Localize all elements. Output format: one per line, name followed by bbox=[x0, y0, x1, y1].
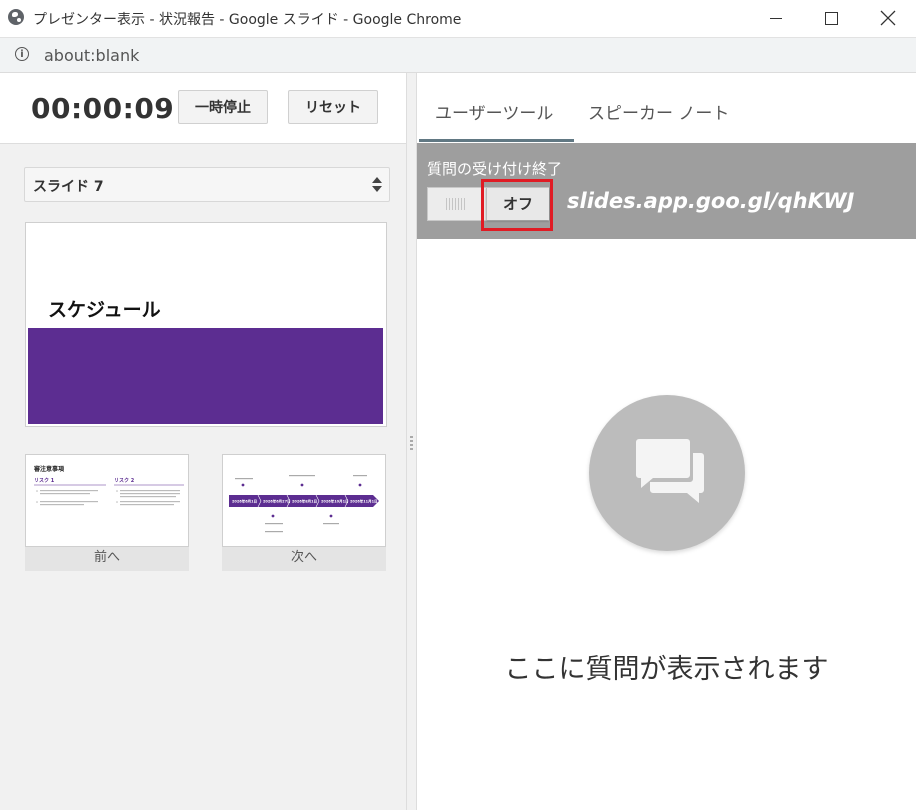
maximize-button[interactable] bbox=[819, 6, 843, 30]
globe-icon bbox=[8, 9, 24, 25]
next-thumb-date-5: 2026年11月1日 bbox=[350, 499, 378, 504]
close-button[interactable] bbox=[876, 6, 900, 30]
splitter-grip-icon bbox=[410, 436, 413, 450]
title-bar: プレゼンター表示 - 状況報告 - Google スライド - Google C… bbox=[0, 0, 916, 38]
next-thumb-date-2: 2026年6月27日 bbox=[263, 499, 291, 504]
window-title: プレゼンター表示 - 状況報告 - Google スライド - Google C… bbox=[33, 12, 462, 28]
qa-control-bar: 質問の受け付け終了 オフ slides.app.goo.gl/qhKWJ bbox=[417, 143, 916, 239]
qa-status-text: 質問の受け付け終了 bbox=[427, 160, 563, 178]
timer-bar: 00:00:09 一時停止 リセット bbox=[0, 73, 406, 144]
prev-thumb-col2: リスク 2 bbox=[114, 477, 135, 484]
next-button[interactable]: 次へ bbox=[222, 547, 386, 571]
minimize-button[interactable] bbox=[764, 6, 788, 30]
select-arrows-icon bbox=[372, 177, 382, 193]
current-slide-preview: スケジュール bbox=[25, 222, 387, 427]
chat-bubble-icon bbox=[589, 395, 745, 551]
prev-thumb-heading: 審注意事項 bbox=[33, 465, 65, 473]
tab-speaker-notes[interactable]: スピーカー ノート bbox=[588, 99, 729, 124]
slide-select-value: スライド 7 bbox=[33, 179, 104, 195]
right-panel: ユーザーツール スピーカー ノート 質問の受け付け終了 オフ slides.ap… bbox=[417, 73, 916, 810]
highlight-box bbox=[481, 179, 553, 231]
tab-user-tools[interactable]: ユーザーツール bbox=[435, 99, 553, 124]
qa-url-link[interactable]: slides.app.goo.gl/qhKWJ bbox=[567, 189, 854, 213]
pause-button[interactable]: 一時停止 bbox=[178, 90, 268, 124]
previous-slide-thumbnail[interactable]: 審注意事項 リスク 1 リスク 2 bbox=[25, 454, 189, 547]
left-panel: 00:00:09 一時停止 リセット スライド 7 スケジュール 審注意事項 リ… bbox=[0, 73, 406, 810]
maximize-icon bbox=[824, 12, 838, 25]
minimize-icon bbox=[770, 18, 782, 19]
next-slide-graphic: 2026年6月1日 2026年6月27日 2026年8月1日 2026年10月1… bbox=[229, 475, 379, 533]
previous-button[interactable]: 前へ bbox=[25, 547, 189, 571]
current-slide-band bbox=[28, 328, 383, 424]
next-thumb-date-1: 2026年6月1日 bbox=[232, 499, 257, 504]
reset-button[interactable]: リセット bbox=[288, 90, 378, 124]
info-icon[interactable]: i bbox=[15, 47, 29, 61]
next-thumb-date-4: 2026年10月1日 bbox=[321, 499, 349, 504]
tab-bar: ユーザーツール スピーカー ノート bbox=[417, 73, 916, 143]
current-slide-title: スケジュール bbox=[48, 299, 161, 321]
previous-slide-graphic: 審注意事項 リスク 1 リスク 2 bbox=[33, 465, 184, 506]
url-text[interactable]: about:blank bbox=[44, 46, 139, 65]
prev-thumb-col1: リスク 1 bbox=[34, 477, 55, 484]
active-tab-indicator bbox=[419, 139, 574, 142]
next-slide-thumbnail[interactable]: 2026年6月1日 2026年6月27日 2026年8月1日 2026年10月1… bbox=[222, 454, 386, 547]
elapsed-timer: 00:00:09 bbox=[31, 92, 175, 125]
toggle-grip-icon bbox=[446, 198, 466, 210]
slide-select[interactable]: スライド 7 bbox=[24, 167, 390, 202]
next-thumb-date-3: 2026年8月1日 bbox=[292, 499, 317, 504]
panel-splitter[interactable] bbox=[406, 73, 417, 810]
address-bar[interactable]: i about:blank bbox=[0, 38, 916, 73]
close-icon bbox=[880, 10, 896, 26]
chat-bubble-graphic bbox=[636, 439, 704, 503]
empty-questions-message: ここに質問が表示されます bbox=[504, 654, 829, 685]
